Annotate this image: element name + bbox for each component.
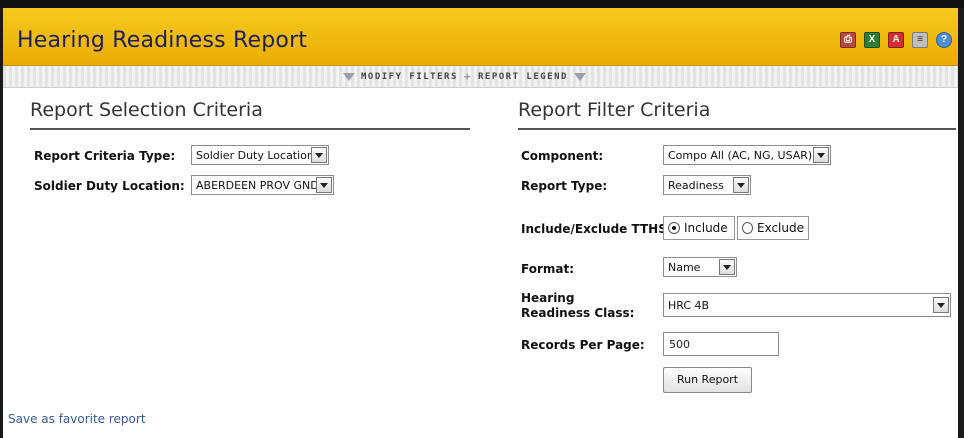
page-title: Hearing Readiness Report xyxy=(17,28,308,53)
filter-bar: MODIFY FILTERS + REPORT LEGEND xyxy=(3,66,958,88)
report-type-select[interactable]: Readiness xyxy=(663,175,751,195)
tths-include-option[interactable]: Include xyxy=(663,216,735,240)
include-radio-label[interactable]: Include xyxy=(684,221,728,235)
records-per-page-input[interactable]: 500 xyxy=(663,332,779,356)
records-per-page-value: 500 xyxy=(669,338,690,351)
run-report-button[interactable]: Run Report xyxy=(663,367,752,393)
chevron-down-icon[interactable] xyxy=(719,259,735,275)
legend-funnel-icon xyxy=(573,72,586,81)
filter-criteria-title: Report Filter Criteria xyxy=(518,99,711,121)
export-toolbar: ⎙ X A ≡ ? xyxy=(840,32,952,48)
duty-location-label: Soldier Duty Location: xyxy=(34,179,185,193)
tths-exclude-option[interactable]: Exclude xyxy=(737,216,809,240)
hrc-label: Hearing Readiness Class: xyxy=(521,291,635,320)
format-select[interactable]: Name xyxy=(663,257,737,277)
report-legend-link[interactable]: REPORT LEGEND xyxy=(478,72,568,82)
selection-criteria-title: Report Selection Criteria xyxy=(30,99,263,121)
exclude-radio[interactable] xyxy=(742,222,753,234)
include-radio[interactable] xyxy=(668,222,680,234)
excel-icon[interactable]: X xyxy=(864,32,880,48)
criteria-type-value: Soldier Duty Location xyxy=(196,149,314,162)
chevron-down-icon[interactable] xyxy=(933,297,949,313)
document-icon[interactable]: ≡ xyxy=(912,32,928,48)
chevron-down-icon[interactable] xyxy=(316,177,332,193)
component-label: Component: xyxy=(521,149,604,163)
filter-funnel-icon xyxy=(343,72,355,81)
hrc-value: HRC 4B xyxy=(668,299,710,312)
filter-links: MODIFY FILTERS + REPORT LEGEND xyxy=(343,70,586,83)
modify-filters-link[interactable]: MODIFY FILTERS xyxy=(361,72,458,82)
duty-location-select[interactable]: ABERDEEN PROV GND xyxy=(191,175,334,195)
filter-separator: + xyxy=(463,70,472,83)
duty-location-value: ABERDEEN PROV GND xyxy=(196,179,319,192)
component-value: Compo All (AC, NG, USAR) xyxy=(668,149,813,162)
save-favorite-link[interactable]: Save as favorite report xyxy=(8,412,146,426)
window-top-band xyxy=(0,0,964,8)
format-value: Name xyxy=(668,261,701,274)
pdf-icon[interactable]: A xyxy=(888,32,904,48)
help-icon[interactable]: ? xyxy=(936,32,952,48)
chevron-down-icon[interactable] xyxy=(733,177,749,193)
filter-divider xyxy=(518,128,956,130)
chevron-down-icon[interactable] xyxy=(311,147,327,163)
tths-label: Include/Exclude TTHS: xyxy=(521,222,672,236)
print-icon[interactable]: ⎙ xyxy=(840,32,856,48)
records-label: Records Per Page: xyxy=(521,338,645,352)
criteria-type-label: Report Criteria Type: xyxy=(34,149,176,163)
hrc-select[interactable]: HRC 4B xyxy=(663,293,951,317)
report-type-label: Report Type: xyxy=(521,179,608,193)
report-header: Hearing Readiness Report ⎙ X A ≡ ? xyxy=(3,8,958,66)
selection-divider xyxy=(30,128,470,130)
component-select[interactable]: Compo All (AC, NG, USAR) xyxy=(663,145,831,165)
criteria-type-select[interactable]: Soldier Duty Location xyxy=(191,145,329,165)
exclude-radio-label[interactable]: Exclude xyxy=(757,221,804,235)
chevron-down-icon[interactable] xyxy=(813,147,829,163)
report-type-value: Readiness xyxy=(668,179,724,192)
format-label: Format: xyxy=(521,262,575,276)
